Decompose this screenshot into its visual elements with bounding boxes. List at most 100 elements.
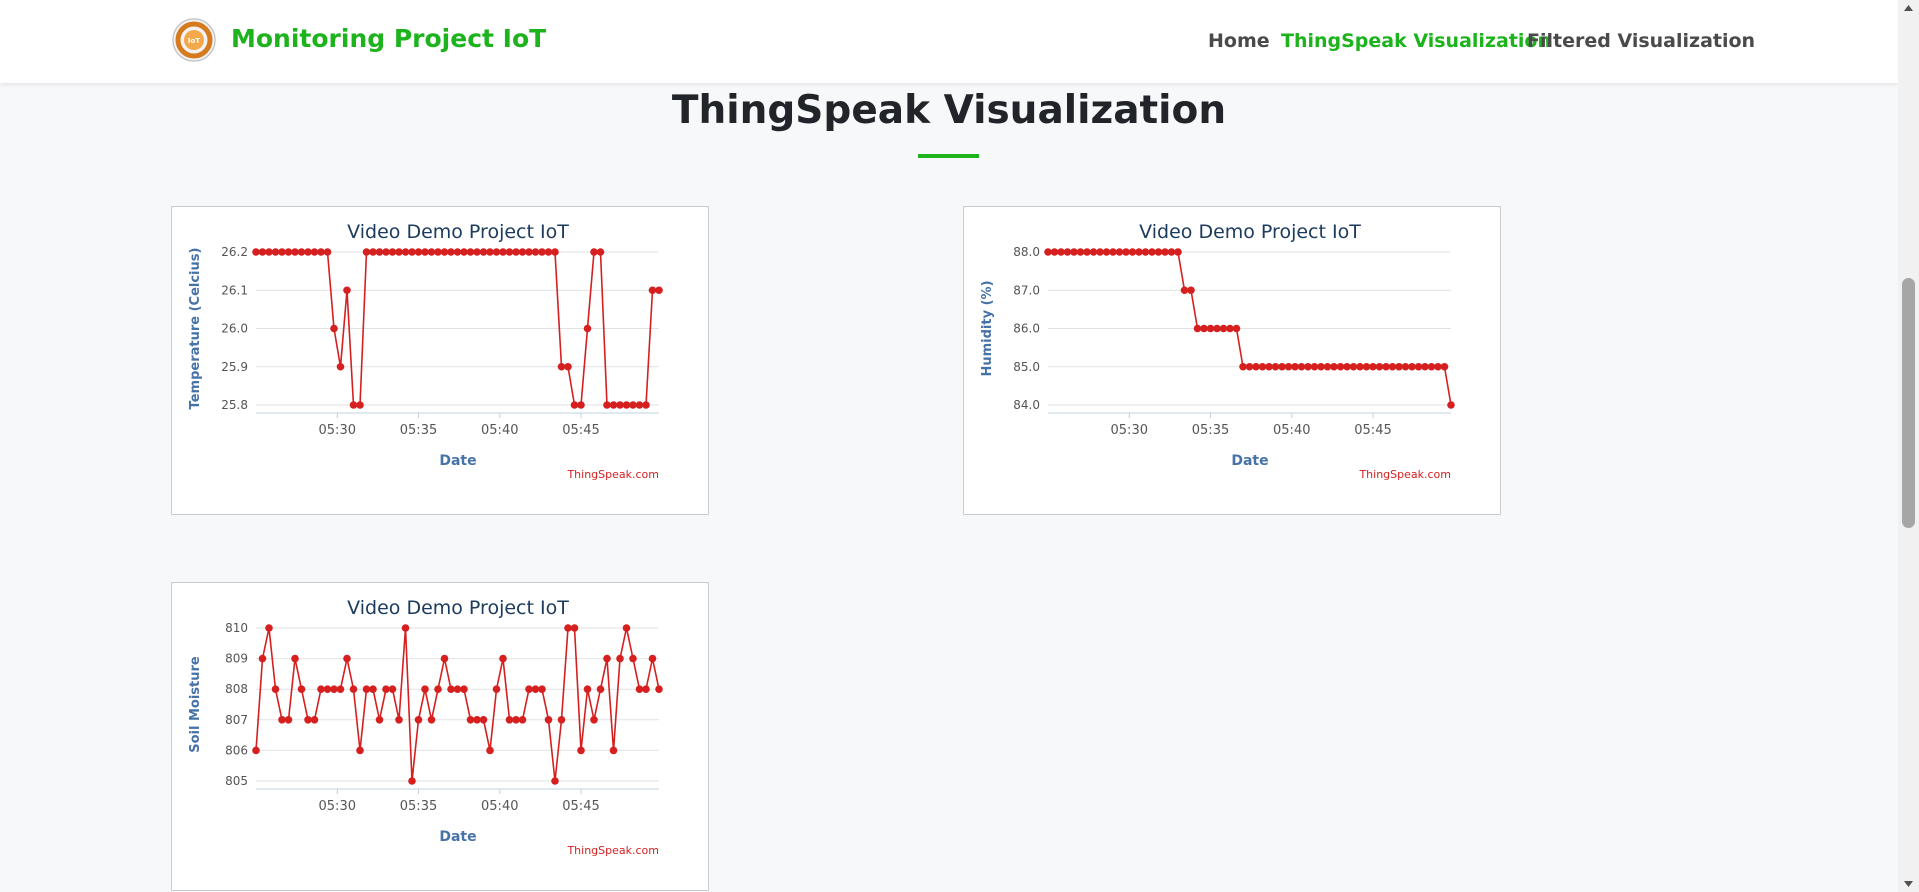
data-point — [271, 685, 280, 693]
data-point — [434, 685, 442, 693]
data-point — [544, 716, 553, 724]
scrollbar-thumb[interactable] — [1902, 278, 1915, 528]
data-point — [1375, 362, 1384, 371]
data-point — [1291, 362, 1299, 371]
data-point — [1323, 362, 1332, 371]
data-point — [356, 746, 364, 755]
title-underline — [918, 154, 979, 158]
data-point — [1369, 362, 1377, 371]
data-point — [323, 248, 332, 256]
x-tick-label: 05:35 — [400, 799, 437, 814]
page-scrollbar[interactable] — [1898, 0, 1919, 892]
data-point — [440, 248, 449, 256]
data-point — [382, 248, 390, 256]
data-point — [1356, 362, 1364, 371]
data-point — [1343, 362, 1351, 371]
nav-link-filtered-visualization[interactable]: Filtered Visualization — [1527, 30, 1755, 52]
scroll-down-arrow-icon[interactable] — [1898, 875, 1919, 892]
data-point — [1304, 362, 1312, 371]
data-point — [1219, 324, 1228, 333]
data-point — [1161, 248, 1169, 256]
x-tick-label: 05:30 — [1111, 423, 1148, 438]
data-point — [1388, 362, 1397, 371]
chart-title: Video Demo Project IoT — [1139, 221, 1361, 243]
scroll-up-arrow-icon[interactable] — [1898, 0, 1919, 17]
chart-title: Video Demo Project IoT — [347, 221, 569, 243]
data-point — [408, 777, 416, 785]
brand-title[interactable]: Monitoring Project IoT — [231, 24, 546, 53]
data-point — [1382, 362, 1390, 371]
y-axis-label: Humidity (%) — [980, 280, 995, 376]
data-point — [1265, 362, 1273, 371]
y-tick-label: 809 — [225, 652, 248, 666]
y-tick-label: 808 — [225, 682, 248, 696]
data-point — [466, 248, 475, 256]
page-title: ThingSpeak Visualization — [671, 88, 1227, 133]
data-point — [1271, 362, 1280, 371]
humidity-chart[interactable]: Video Demo Project IoT 88.0 87.0 86.0 85.0 84… — [964, 207, 1501, 515]
temperature-chart[interactable]: Video Demo Project IoT 26.2 26.1 26.0 25.9 25… — [172, 207, 709, 515]
data-point — [1239, 362, 1247, 371]
data-point — [447, 685, 455, 693]
nav-link-thingspeak-visualization[interactable]: ThingSpeak Visualization — [1281, 30, 1551, 52]
data-point — [356, 401, 364, 409]
data-point — [1213, 324, 1221, 333]
data-point — [395, 248, 403, 256]
data-point — [512, 248, 520, 256]
data-point — [336, 362, 345, 371]
logo-emblem: IoT — [172, 18, 216, 62]
data-point — [258, 654, 267, 663]
data-point — [590, 248, 598, 256]
data-point — [655, 286, 663, 295]
data-point — [499, 654, 507, 663]
data-point — [1232, 324, 1241, 333]
data-point — [505, 716, 514, 724]
data-point — [1115, 248, 1124, 256]
x-axis-label: Date — [1231, 453, 1268, 469]
data-point — [265, 624, 273, 632]
data-point — [414, 248, 423, 256]
y-tick-label: 25.9 — [221, 360, 248, 374]
y-tick-label: 26.2 — [221, 245, 248, 259]
data-point — [1148, 248, 1156, 256]
data-point — [1128, 248, 1137, 256]
data-point — [505, 248, 514, 256]
data-point — [1154, 248, 1163, 256]
data-point — [1447, 401, 1455, 409]
data-point — [278, 716, 286, 724]
data-point — [1089, 248, 1098, 256]
x-axis-label: Date — [439, 829, 476, 845]
data-point — [453, 248, 462, 256]
temperature-chart-card: Video Demo Project IoT 26.2 26.1 26.0 25.9 25… — [171, 206, 709, 515]
data-point — [1206, 324, 1215, 333]
navbar: IoT Monitoring Project IoT Home ThingSpe… — [0, 0, 1898, 83]
data-point — [635, 401, 644, 409]
data-point — [512, 716, 520, 724]
data-point — [629, 654, 637, 663]
data-point — [304, 248, 312, 256]
chart-credit: ThingSpeak.com — [566, 468, 659, 481]
data-point — [557, 362, 566, 371]
data-point — [330, 324, 338, 333]
y-tick-label: 25.8 — [221, 398, 248, 412]
data-point — [1414, 362, 1423, 371]
data-point — [583, 685, 592, 693]
data-point — [1057, 248, 1065, 256]
data-point — [1421, 362, 1429, 371]
soil-moisture-chart[interactable]: Video Demo Project IoT 810 809 808 807 806 805… — [172, 583, 709, 891]
logo-icon[interactable]: IoT — [172, 18, 216, 62]
data-point — [1317, 362, 1325, 371]
y-tick-label: 807 — [225, 713, 248, 727]
data-point — [1284, 362, 1293, 371]
data-point — [1050, 248, 1059, 256]
data-point — [642, 685, 650, 693]
data-point — [323, 685, 332, 693]
data-point — [525, 685, 533, 693]
data-point — [1096, 248, 1104, 256]
x-tick-label: 05:40 — [481, 799, 518, 814]
data-point — [401, 248, 410, 256]
data-point — [570, 624, 579, 632]
nav-link-home[interactable]: Home — [1208, 30, 1270, 52]
data-point — [1141, 248, 1150, 256]
data-point — [531, 685, 540, 693]
